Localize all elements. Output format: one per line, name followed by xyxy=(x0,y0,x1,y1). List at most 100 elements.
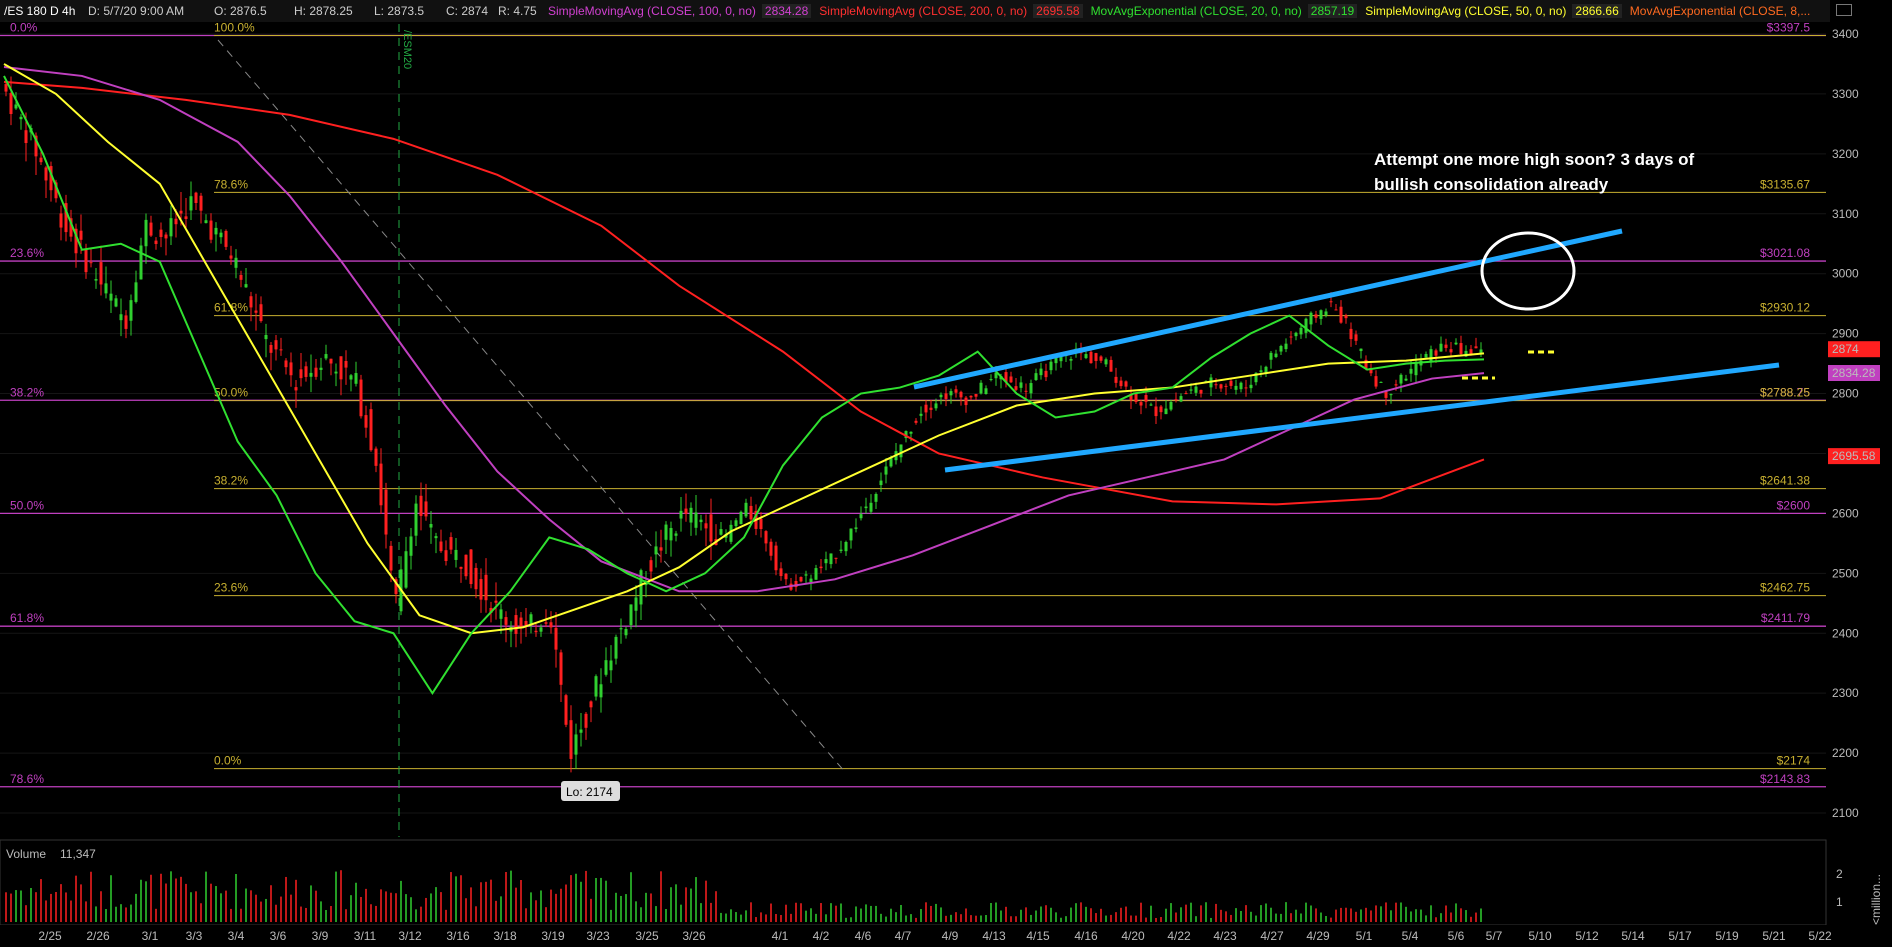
candle-body xyxy=(1424,353,1428,358)
candle-body xyxy=(819,566,823,569)
candle-body xyxy=(679,510,683,519)
candle-body xyxy=(184,216,188,219)
candle-body xyxy=(1234,385,1238,390)
date-tick: 5/6 xyxy=(1448,929,1465,943)
candle-body xyxy=(784,573,788,580)
price-tick: 2400 xyxy=(1832,626,1859,640)
candle-body xyxy=(839,549,843,551)
price-tick: 2900 xyxy=(1832,327,1859,341)
candle-body xyxy=(689,507,693,523)
candle-body xyxy=(959,391,963,398)
candle-body xyxy=(1314,314,1318,318)
candle-body xyxy=(414,503,418,536)
candle-body xyxy=(39,157,43,163)
candle-body xyxy=(234,257,238,268)
volume-value: 11,347 xyxy=(60,847,96,861)
candle-body xyxy=(384,489,388,535)
candle-body xyxy=(454,549,458,560)
candle-body xyxy=(654,546,658,555)
fib-pct-left: 38.2% xyxy=(10,385,44,399)
candle-body xyxy=(939,394,943,398)
candle-body xyxy=(544,622,548,624)
date-tick: 3/18 xyxy=(493,929,517,943)
candle-body xyxy=(449,537,453,550)
candle-body xyxy=(1274,353,1278,358)
candle-body xyxy=(1034,373,1038,380)
candle-body xyxy=(1229,380,1233,386)
candle-body xyxy=(619,628,623,630)
candle-body xyxy=(1194,386,1198,393)
candle-body xyxy=(1309,312,1313,325)
candle-body xyxy=(1334,309,1338,311)
candle-body xyxy=(469,549,473,585)
date-tick: 4/6 xyxy=(855,929,872,943)
date-tick: 3/3 xyxy=(186,929,203,943)
fib-pct-right: 78.6% xyxy=(214,177,248,191)
candle-body xyxy=(239,274,243,280)
candle-body xyxy=(569,720,573,759)
date-tick: 4/29 xyxy=(1306,929,1330,943)
candle-body xyxy=(269,344,273,353)
candle-body xyxy=(204,220,208,224)
date-tick: 4/9 xyxy=(942,929,959,943)
candle-body xyxy=(964,397,968,406)
candle-body xyxy=(1009,376,1013,383)
fib-pct-left: 50.0% xyxy=(10,498,44,512)
candle-body xyxy=(1249,384,1253,389)
candle-body xyxy=(424,501,428,517)
candle-body xyxy=(114,298,118,307)
candle-body xyxy=(1124,381,1128,387)
candle-body xyxy=(1459,343,1463,354)
candle-body xyxy=(859,514,863,519)
candle-body xyxy=(249,296,253,308)
candle-body xyxy=(159,229,163,237)
candle-body xyxy=(1179,396,1183,402)
candle-body xyxy=(144,219,148,247)
candle-body xyxy=(814,568,818,580)
candle-body xyxy=(289,362,293,376)
price-tick: 2100 xyxy=(1832,806,1859,820)
candle-body xyxy=(809,578,813,583)
candle-body xyxy=(1154,406,1158,417)
candle-body xyxy=(929,407,933,410)
date-tick: 4/27 xyxy=(1260,929,1284,943)
candle-body xyxy=(1394,384,1398,386)
candle-body xyxy=(224,230,228,247)
date-tick: 5/14 xyxy=(1621,929,1645,943)
candle-body xyxy=(1024,390,1028,392)
candle-body xyxy=(1214,384,1218,386)
candle-body xyxy=(949,391,953,396)
candle-body xyxy=(884,466,888,475)
candle-body xyxy=(674,533,678,536)
candle-body xyxy=(44,167,48,181)
candle-body xyxy=(194,192,198,203)
fib-pct-right: 38.2% xyxy=(214,474,248,488)
candle-body xyxy=(179,210,183,214)
candle-body xyxy=(474,567,478,590)
candle-body xyxy=(359,379,363,417)
date-tick: 5/21 xyxy=(1762,929,1786,943)
contract-marker: /ESM20 xyxy=(401,30,413,69)
candle-body xyxy=(1119,380,1123,387)
candle-body xyxy=(944,393,948,399)
annotation-line-2: bullish consolidation already xyxy=(1374,175,1609,194)
low-label: Lo: 2174 xyxy=(566,785,613,799)
candle-body xyxy=(719,529,723,535)
candle-body xyxy=(834,557,838,559)
fib-price-right: $2641.38 xyxy=(1760,474,1810,488)
date-tick: 4/15 xyxy=(1026,929,1050,943)
candle-body xyxy=(664,524,668,540)
candle-body xyxy=(199,195,203,211)
candle-body xyxy=(429,524,433,528)
candle-body xyxy=(229,255,233,259)
candle-body xyxy=(99,262,103,285)
candle-body xyxy=(909,431,913,434)
candle-body xyxy=(1134,393,1138,403)
candle-body xyxy=(1199,389,1203,394)
price-chart[interactable]: 0.0% $3397.523.6% $3021.0838.2% $2788.7550.… xyxy=(0,0,1892,947)
fib-pct-left: 23.6% xyxy=(10,246,44,260)
fib-price-left: $2411.79 xyxy=(1761,611,1810,625)
fib-price-left: $2143.83 xyxy=(1760,772,1810,786)
price-tick: 3100 xyxy=(1832,207,1859,221)
candle-body xyxy=(1344,315,1348,319)
